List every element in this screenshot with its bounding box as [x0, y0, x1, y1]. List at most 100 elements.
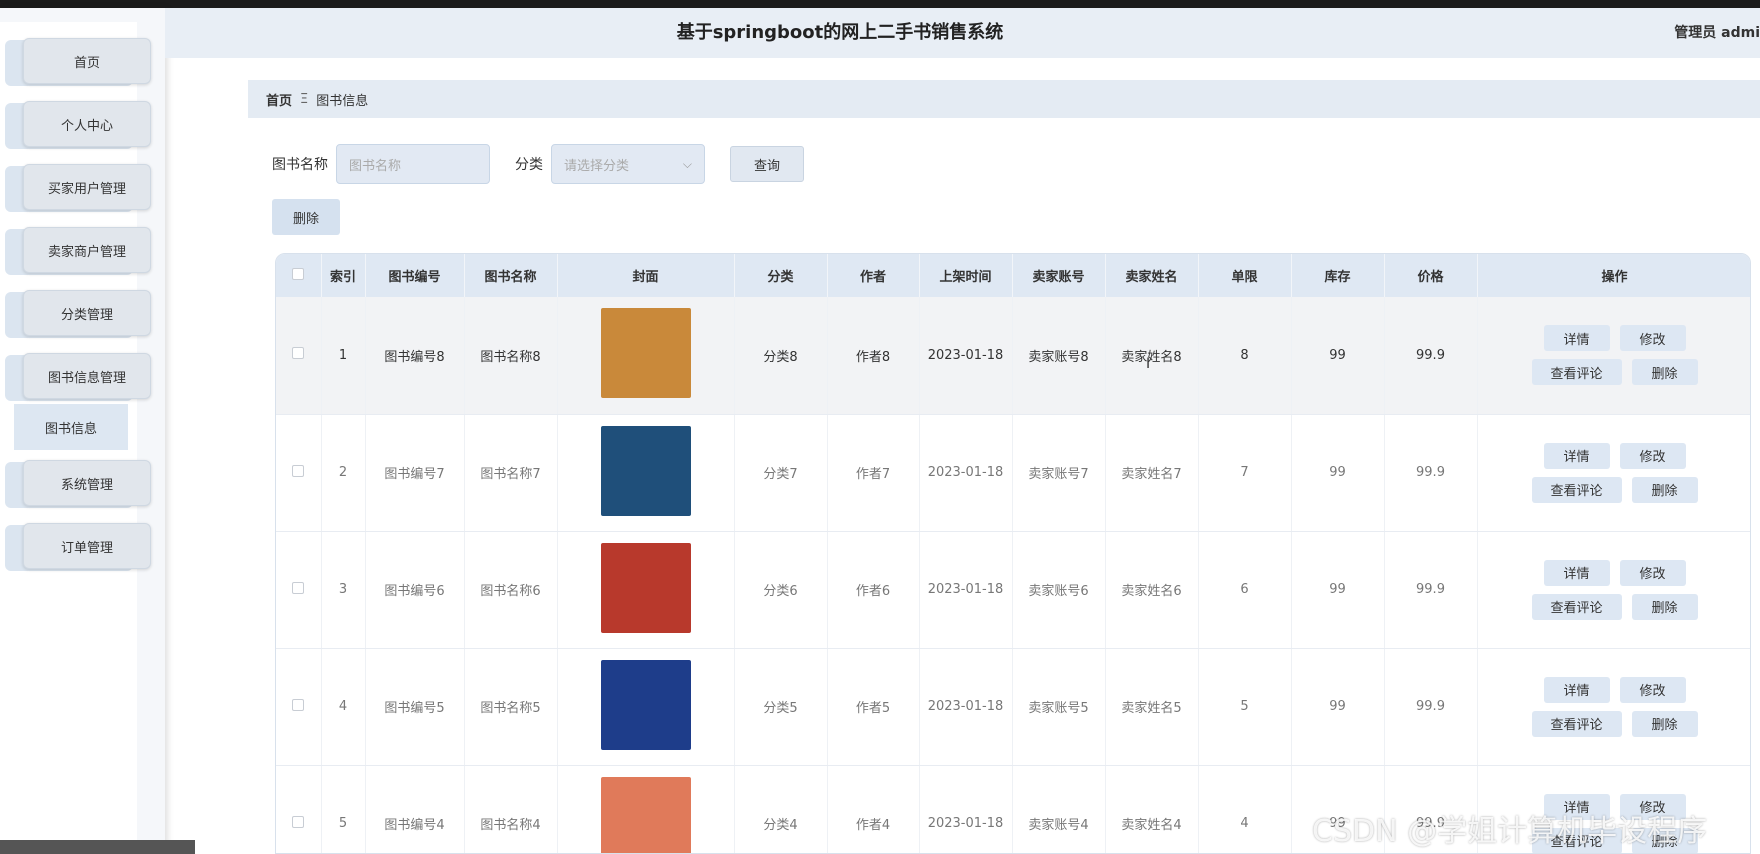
column-header: 作者 — [827, 254, 920, 297]
sidebar-item-label[interactable]: 订单管理 — [23, 523, 151, 569]
sidebar-item-buyers[interactable]: 买家用户管理 — [5, 164, 151, 212]
category-placeholder: 请选择分类 — [564, 158, 630, 174]
sidebar-item-label[interactable]: 买家用户管理 — [23, 164, 151, 210]
row-checkbox[interactable] — [292, 581, 305, 594]
select-all-checkbox[interactable] — [292, 267, 305, 280]
book-cover-image[interactable] — [600, 542, 691, 633]
view-comments-button[interactable]: 查看评论 — [1531, 476, 1622, 503]
cell-actions: 详情 修改查看评论 删除 — [1477, 297, 1750, 415]
column-header: 分类 — [734, 254, 828, 297]
sidebar-item-orders[interactable]: 订单管理 — [5, 523, 151, 571]
sidebar-item-label[interactable]: 系统管理 — [23, 460, 151, 506]
row-select-cell[interactable] — [276, 414, 322, 532]
cell-category: 分类7 — [734, 414, 828, 532]
edit-button[interactable]: 修改 — [1619, 325, 1686, 352]
header-select-all[interactable] — [276, 254, 322, 297]
sidebar-item-sellers[interactable]: 卖家商户管理 — [5, 227, 151, 275]
cell-book-no: 图书编号5 — [365, 648, 465, 766]
cell-seller-account: 卖家账号7 — [1012, 414, 1106, 532]
cell-cover — [557, 531, 735, 649]
breadcrumb-home[interactable]: 首页 — [266, 90, 292, 109]
delete-button[interactable]: 删除 — [1631, 476, 1698, 503]
delete-button[interactable]: 删除 — [1631, 710, 1698, 737]
category-label: 分类 — [515, 157, 543, 173]
cell-stock: 99 — [1291, 648, 1385, 766]
edit-button[interactable]: 修改 — [1619, 559, 1686, 586]
sidebar-item-label[interactable]: 个人中心 — [23, 101, 151, 147]
user-menu[interactable]: 管理员 admi — [1674, 8, 1760, 58]
delete-button[interactable]: 删除 — [1631, 359, 1698, 386]
table-header-row: 索引 图书编号 图书名称 封面 分类 作者 上架时间 卖家账号 卖家姓名 单限 … — [276, 254, 1750, 297]
row-checkbox[interactable] — [292, 698, 305, 711]
category-select[interactable]: 请选择分类 ⌵ — [551, 144, 705, 184]
delete-button[interactable]: 删除 — [1631, 593, 1698, 620]
cell-book-no: 图书编号8 — [365, 297, 465, 415]
cell-cover — [557, 765, 735, 853]
cell-limit: 8 — [1198, 297, 1292, 415]
sidebar-item-system[interactable]: 系统管理 — [5, 460, 151, 508]
actions-row-2: 查看评论 删除 — [1531, 593, 1698, 620]
row-checkbox[interactable] — [292, 464, 305, 477]
detail-button[interactable]: 详情 — [1543, 559, 1610, 586]
cell-book-name: 图书名称7 — [464, 414, 558, 532]
column-header: 索引 — [321, 254, 366, 297]
book-cover-image[interactable] — [600, 308, 691, 399]
cell-book-name: 图书名称8 — [464, 297, 558, 415]
row-select-cell[interactable] — [276, 531, 322, 649]
sidebar-item-label[interactable]: 图书信息管理 — [23, 353, 151, 399]
actions-row-2: 查看评论 删除 — [1531, 476, 1698, 503]
cell-limit: 7 — [1198, 414, 1292, 532]
column-header: 上架时间 — [919, 254, 1013, 297]
edit-button[interactable]: 修改 — [1619, 442, 1686, 469]
view-comments-button[interactable]: 查看评论 — [1531, 710, 1622, 737]
cell-index: 5 — [321, 765, 366, 853]
book-name-label: 图书名称 — [272, 157, 328, 173]
sidebar-item-label[interactable]: 首页 — [23, 38, 151, 84]
row-checkbox[interactable] — [292, 347, 305, 360]
sidebar-item-home[interactable]: 首页 — [5, 38, 151, 86]
row-select-cell[interactable] — [276, 297, 322, 415]
bulk-delete-button[interactable]: 删除 — [272, 199, 340, 235]
search-bar: 图书名称 图书名称 分类 请选择分类 ⌵ 查询 — [272, 144, 804, 184]
cell-index: 1 — [321, 297, 366, 415]
actions-row-1: 详情 修改 — [1543, 442, 1686, 469]
row-actions: 详情 修改查看评论 删除 — [1478, 442, 1751, 503]
view-comments-button[interactable]: 查看评论 — [1531, 359, 1622, 386]
breadcrumb: 首页 Ξ 图书信息 — [248, 80, 1760, 118]
detail-button[interactable]: 详情 — [1543, 325, 1610, 352]
book-name-input[interactable]: 图书名称 — [336, 144, 490, 184]
sidebar-item-label[interactable]: 分类管理 — [23, 290, 151, 336]
cell-cover — [557, 414, 735, 532]
detail-button[interactable]: 详情 — [1543, 442, 1610, 469]
table-row: 4 图书编号5 图书名称5 分类5 作者5 2023-01-18 卖家账号5 卖家姓名5 5 99… — [276, 648, 1750, 766]
query-button[interactable]: 查询 — [730, 146, 804, 182]
cell-date: 2023-01-18 — [919, 765, 1013, 853]
cell-price: 99.9 — [1384, 648, 1478, 766]
cell-seller-name: 卖家姓名8 — [1105, 297, 1199, 415]
edit-button[interactable]: 修改 — [1619, 676, 1686, 703]
book-cover-image[interactable] — [600, 776, 691, 853]
sidebar-item-label[interactable]: 卖家商户管理 — [23, 227, 151, 273]
actions-row-1: 详情 修改 — [1543, 559, 1686, 586]
sidebar-item-categories[interactable]: 分类管理 — [5, 290, 151, 338]
cell-author: 作者4 — [827, 765, 920, 853]
column-header: 单限 — [1198, 254, 1292, 297]
book-table: 索引 图书编号 图书名称 封面 分类 作者 上架时间 卖家账号 卖家姓名 单限 … — [275, 253, 1751, 854]
cell-cover — [557, 648, 735, 766]
detail-button[interactable]: 详情 — [1543, 676, 1610, 703]
sidebar-subitem-book-info[interactable]: 图书信息 — [14, 404, 128, 450]
book-cover-image[interactable] — [600, 659, 691, 750]
cell-actions: 详情 修改查看评论 删除 — [1477, 414, 1751, 532]
cell-index: 4 — [321, 648, 366, 766]
column-header: 操作 — [1477, 254, 1750, 297]
row-select-cell[interactable] — [276, 648, 322, 766]
row-checkbox[interactable] — [292, 815, 305, 828]
book-cover-image[interactable] — [600, 425, 691, 516]
cell-book-no: 图书编号6 — [365, 531, 465, 649]
view-comments-button[interactable]: 查看评论 — [1531, 593, 1622, 620]
cell-limit: 6 — [1198, 531, 1292, 649]
sidebar-item-book-management[interactable]: 图书信息管理 — [5, 353, 151, 401]
row-select-cell[interactable] — [276, 765, 322, 853]
cell-book-no: 图书编号7 — [365, 414, 465, 532]
sidebar-item-profile[interactable]: 个人中心 — [5, 101, 151, 149]
